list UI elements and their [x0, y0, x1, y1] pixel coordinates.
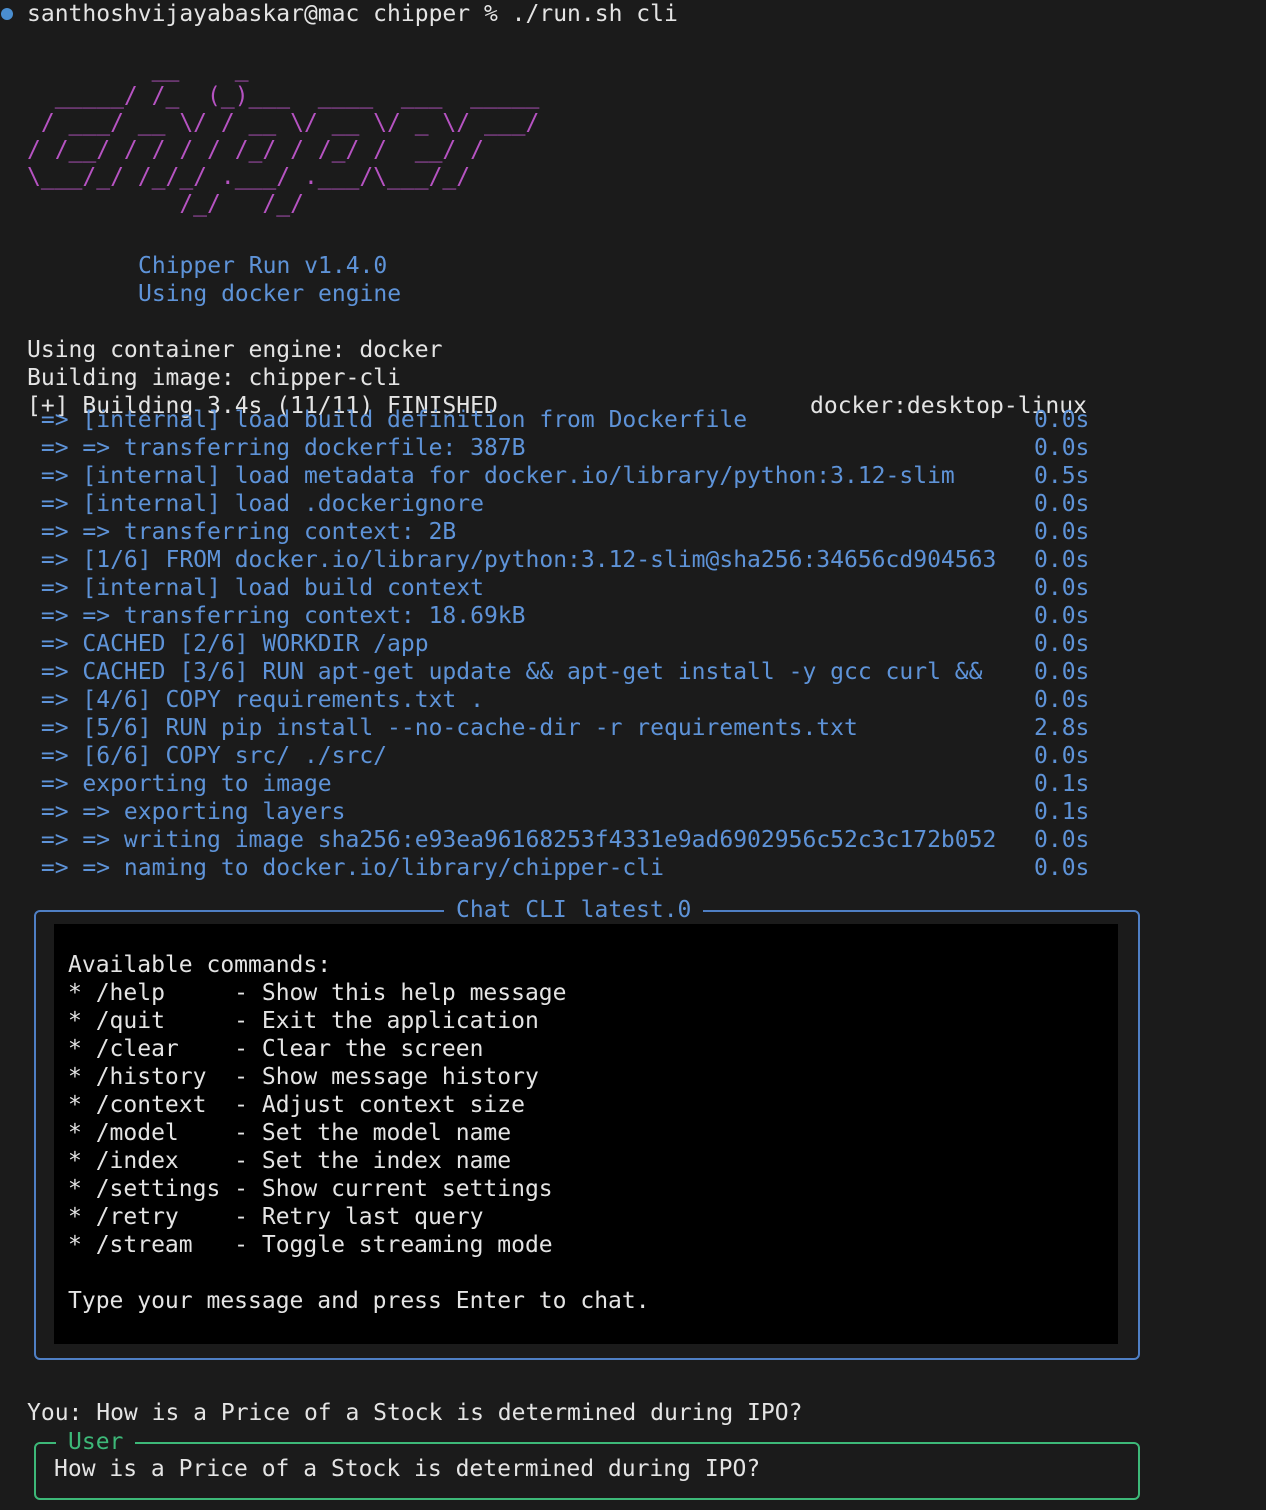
- command-item: * /stream - Toggle streaming mode: [68, 1232, 553, 1258]
- build-step-time: 0.0s: [1034, 491, 1090, 517]
- build-step-time: 0.0s: [1034, 687, 1090, 713]
- help-heading: Available commands:: [68, 952, 332, 978]
- user-panel-title: User: [56, 1428, 136, 1456]
- banner-engine: Using docker engine: [138, 281, 402, 307]
- command-item: * /retry - Retry last query: [68, 1204, 484, 1230]
- build-step-time: 0.0s: [1034, 547, 1090, 573]
- build-step-time: 0.0s: [1034, 743, 1090, 769]
- build-step: => [4/6] COPY requirements.txt .: [27, 687, 484, 713]
- build-step: => [internal] load build context: [27, 575, 484, 601]
- container-engine-status: Using container engine: docker: [27, 337, 443, 363]
- build-step-time: 0.5s: [1034, 463, 1090, 489]
- build-step-time: 0.1s: [1034, 771, 1090, 797]
- building-image-status: Building image: chipper-cli: [27, 365, 401, 391]
- command-item: * /clear - Clear the screen: [68, 1036, 484, 1062]
- you-line: You: How is a Price of a Stock is determ…: [27, 1400, 803, 1426]
- build-step: => CACHED [3/6] RUN apt-get update && ap…: [27, 659, 983, 685]
- build-step: => [internal] load build definition from…: [27, 407, 748, 433]
- chipper-ascii-logo: __ _ _____/ /_ (_)___ ____ ___ _____ / _…: [27, 56, 540, 217]
- build-step: => [6/6] COPY src/ ./src/: [27, 743, 388, 769]
- user-message: How is a Price of a Stock is determined …: [54, 1456, 761, 1482]
- build-step-time: 0.0s: [1034, 827, 1090, 853]
- build-step-time: 2.8s: [1034, 715, 1090, 741]
- command-item: * /history - Show message history: [68, 1064, 539, 1090]
- chat-hint: Type your message and press Enter to cha…: [68, 1288, 650, 1314]
- build-step: => [internal] load metadata for docker.i…: [27, 463, 955, 489]
- command-item: * /model - Set the model name: [68, 1120, 512, 1146]
- command-item: * /settings - Show current settings: [68, 1176, 553, 1202]
- build-step: => => exporting layers: [27, 799, 346, 825]
- build-step: => => writing image sha256:e93ea96168253…: [27, 827, 997, 853]
- build-step: => => transferring dockerfile: 387B: [27, 435, 526, 461]
- terminal-status-dot-icon: [1, 8, 13, 20]
- build-step-time: 0.0s: [1034, 407, 1090, 433]
- command-item: * /context - Adjust context size: [68, 1092, 525, 1118]
- banner-version: Chipper Run v1.4.0: [138, 253, 388, 279]
- build-step-time: 0.1s: [1034, 799, 1090, 825]
- build-step-time: 0.0s: [1034, 855, 1090, 881]
- build-step: => [5/6] RUN pip install --no-cache-dir …: [27, 715, 858, 741]
- build-step-time: 0.0s: [1034, 519, 1090, 545]
- build-step-time: 0.0s: [1034, 575, 1090, 601]
- build-step: => CACHED [2/6] WORKDIR /app: [27, 631, 429, 657]
- build-step: => [1/6] FROM docker.io/library/python:3…: [27, 547, 997, 573]
- build-step: => => transferring context: 2B: [27, 519, 457, 545]
- chat-panel-title: Chat CLI latest.0: [444, 896, 704, 924]
- build-step: => => transferring context: 18.69kB: [27, 603, 526, 629]
- command-item: * /index - Set the index name: [68, 1148, 512, 1174]
- build-step: => [internal] load .dockerignore: [27, 491, 484, 517]
- command-item: * /help - Show this help message: [68, 980, 567, 1006]
- build-step-time: 0.0s: [1034, 435, 1090, 461]
- build-step: => => naming to docker.io/library/chippe…: [27, 855, 664, 881]
- build-step-time: 0.0s: [1034, 631, 1090, 657]
- shell-prompt: santhoshvijayabaskar@mac chipper % ./run…: [27, 1, 678, 27]
- command-item: * /quit - Exit the application: [68, 1008, 539, 1034]
- build-step-time: 0.0s: [1034, 603, 1090, 629]
- build-step-time: 0.0s: [1034, 659, 1090, 685]
- build-step: => exporting to image: [27, 771, 332, 797]
